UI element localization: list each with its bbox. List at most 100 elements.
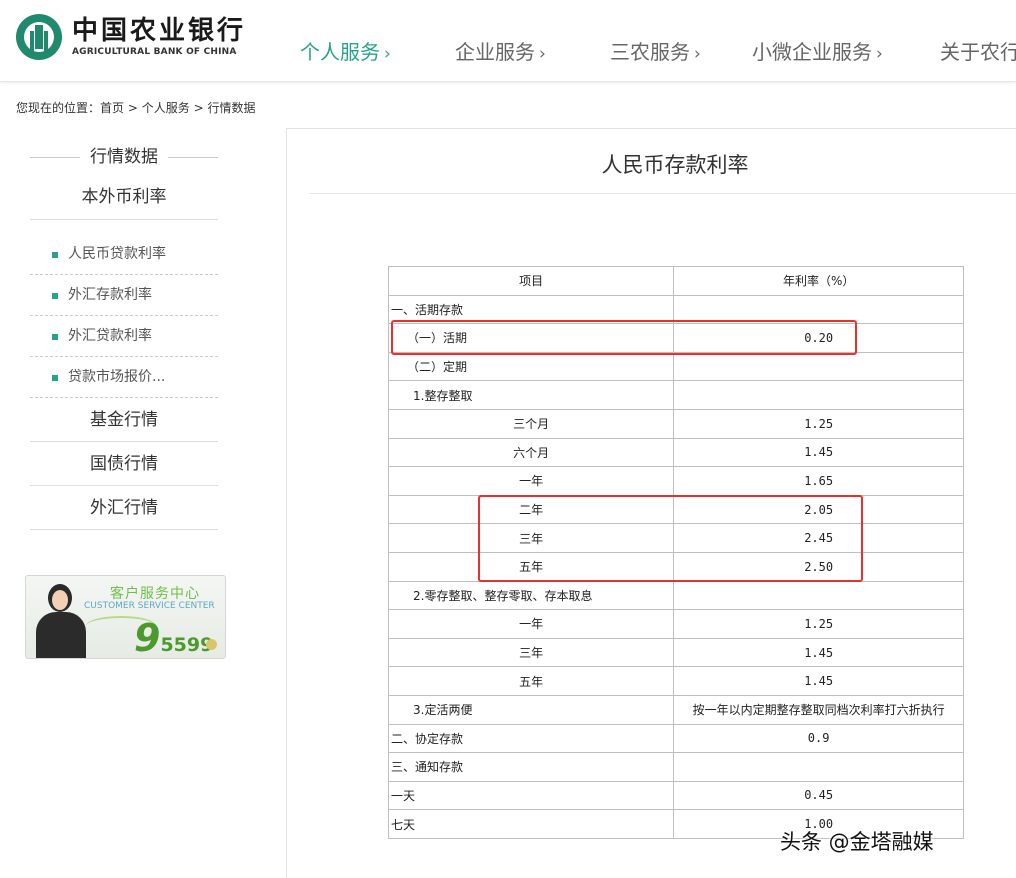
highlight-box-demand (391, 320, 857, 355)
cell-item: 一年 (387, 466, 675, 496)
logo-text: 中国农业银行 AGRICULTURAL BANK OF CHINA (72, 17, 246, 57)
cell-rate (673, 580, 964, 611)
square-bullet-icon (52, 252, 58, 258)
sidebar-item-fund-market[interactable]: 基金行情 (30, 398, 218, 442)
sidebar-item-label: 贷款市场报价... (68, 369, 166, 385)
breadcrumb-separator: > (127, 101, 138, 115)
nav-about-abc[interactable]: 关于农行 (940, 36, 1016, 65)
logo-name-en: AGRICULTURAL BANK OF CHINA (72, 47, 237, 57)
cell-rate: 1.45 (673, 637, 964, 668)
table-row: 三年 1.45 (387, 637, 964, 668)
cell-item: 三个月 (387, 408, 675, 439)
sidebar-item-fx-deposit-rate[interactable]: 外汇存款利率 (30, 275, 218, 316)
table-row: 1.整存整取 (387, 380, 964, 410)
table-row: 三个月 1.25 (387, 408, 964, 439)
highlight-box-term (478, 495, 863, 582)
nav-label: 企业服务 (455, 40, 535, 64)
cell-rate: 按一年以内定期整存整取同档次利率打六折执行 (673, 694, 964, 725)
table-row: 2.零存整取、整存零取、存本取息 (387, 580, 964, 611)
sidebar-item-lpr[interactable]: 贷款市场报价... (30, 357, 218, 398)
table-row: 一年 1.65 (387, 466, 964, 496)
nav-label: 关于农行 (940, 40, 1016, 64)
nav-small-business-services[interactable]: 小微企业服务 › (752, 36, 940, 65)
cell-item: 三、通知存款 (387, 752, 675, 782)
cell-rate (673, 380, 964, 410)
sidebar-item-label: 外汇贷款利率 (68, 328, 152, 344)
cell-rate (673, 752, 964, 782)
watermark: 头条 @金塔融媒 (780, 830, 934, 854)
sidebar-item-label: 外汇存款利率 (68, 287, 152, 303)
site-header: 中国农业银行 AGRICULTURAL BANK OF CHINA 个人服务 › … (0, 0, 1016, 82)
main-nav: 个人服务 › 企业服务 › 三农服务 › 小微企业服务 › 关于农行 (300, 36, 1016, 65)
cell-item: 六个月 (387, 437, 675, 468)
cell-rate: 0.45 (673, 780, 964, 811)
square-bullet-icon (52, 293, 58, 299)
table-row: 三、通知存款 (387, 752, 964, 782)
cell-rate: 1.25 (673, 609, 964, 639)
logo-name-cn: 中国农业银行 (72, 16, 247, 46)
customer-service-banner[interactable]: 客户服务中心 CUSTOMER SERVICE CENTER 95599 (25, 575, 226, 659)
breadcrumb-home[interactable]: 首页 (100, 101, 124, 115)
nav-corporate-services[interactable]: 企业服务 › (455, 36, 610, 65)
cell-rate: 1.45 (673, 666, 964, 696)
cell-rate (673, 351, 964, 382)
table-row: （二）定期 (387, 351, 964, 382)
chevron-right-icon: › (539, 44, 546, 64)
table-row: 一年 1.25 (387, 609, 964, 639)
cell-item: 三年 (387, 637, 675, 668)
breadcrumb-personal[interactable]: 个人服务 (142, 101, 190, 115)
title-divider (309, 193, 1016, 194)
cell-rate: 1.25 (673, 408, 964, 439)
badge-icon (206, 639, 217, 650)
cell-rate: 1.65 (673, 466, 964, 496)
cell-rate: 0.9 (673, 723, 964, 754)
breadcrumb-prefix: 您现在的位置： (16, 101, 101, 115)
chevron-right-icon: › (876, 44, 883, 64)
hotline-number: 95599 (134, 616, 213, 659)
bank-logo[interactable]: 中国农业银行 AGRICULTURAL BANK OF CHINA (16, 14, 246, 60)
table-row: 二、协定存款 0.9 (387, 723, 964, 754)
banner-subtitle: CUSTOMER SERVICE CENTER (84, 601, 215, 611)
table-row: 五年 1.45 (387, 666, 964, 696)
breadcrumb-separator: > (193, 101, 204, 115)
nav-label: 三农服务 (610, 40, 690, 64)
hotline-big-digit: 9 (134, 616, 161, 659)
column-header-rate: 年利率（%） (673, 266, 964, 296)
chevron-right-icon: › (384, 44, 391, 64)
cell-item: 七天 (387, 809, 675, 839)
breadcrumb: 您现在的位置：首页 > 个人服务 > 行情数据 (16, 99, 256, 116)
table-row: 3.定活两便 按一年以内定期整存整取同档次利率打六折执行 (387, 694, 964, 725)
cell-item: 2.零存整取、整存零取、存本取息 (387, 580, 675, 611)
table-row: 一天 0.45 (387, 780, 964, 811)
table-row: 六个月 1.45 (387, 437, 964, 468)
sidebar-item-rmb-loan-rate[interactable]: 人民币贷款利率 (30, 234, 218, 275)
chevron-right-icon: › (694, 44, 701, 64)
cell-rate: 1.45 (673, 437, 964, 468)
cell-item: 二、协定存款 (387, 723, 675, 754)
sidebar: 行情数据 本外币利率 人民币贷款利率 外汇存款利率 外汇贷款利率 贷款市场报价.… (30, 140, 218, 530)
table-header-row: 项目 年利率（%） (387, 266, 964, 296)
cell-item: 一天 (387, 780, 675, 811)
nav-agri-services[interactable]: 三农服务 › (610, 36, 752, 65)
sidebar-title: 行情数据 (30, 140, 218, 174)
sidebar-item-fx-loan-rate[interactable]: 外汇贷款利率 (30, 316, 218, 357)
abc-logo-icon (16, 14, 62, 60)
column-header-item: 项目 (387, 266, 675, 296)
cell-item: （二）定期 (387, 351, 675, 382)
cell-item: 一年 (387, 609, 675, 639)
banner-title: 客户服务中心 (110, 586, 200, 602)
cell-item: 1.整存整取 (387, 380, 675, 410)
cell-item: 3.定活两便 (387, 694, 675, 725)
square-bullet-icon (52, 334, 58, 340)
sidebar-section-rates[interactable]: 本外币利率 (30, 174, 218, 220)
cell-item: 五年 (387, 666, 675, 696)
sidebar-item-bond-market[interactable]: 国债行情 (30, 442, 218, 486)
nav-label: 个人服务 (300, 40, 380, 64)
sidebar-item-label: 人民币贷款利率 (68, 246, 166, 262)
nav-label: 小微企业服务 (752, 40, 872, 64)
page-title: 人民币存款利率 (601, 153, 749, 177)
sidebar-item-fx-market[interactable]: 外汇行情 (30, 486, 218, 530)
breadcrumb-current: 行情数据 (207, 101, 256, 115)
nav-personal-services[interactable]: 个人服务 › (300, 36, 455, 65)
square-bullet-icon (52, 375, 58, 381)
